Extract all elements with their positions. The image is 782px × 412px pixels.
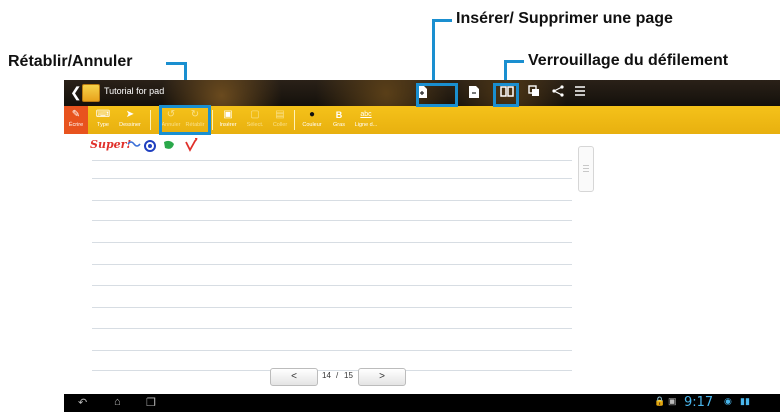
current-page: 14 bbox=[322, 371, 331, 380]
paste-icon: ▤ bbox=[275, 109, 285, 120]
prev-page-button[interactable]: < bbox=[270, 368, 318, 386]
tool-color[interactable]: ● Couleur bbox=[300, 106, 324, 134]
color-dot-icon: ● bbox=[308, 109, 316, 120]
battery-icon: ▮▮ bbox=[740, 396, 750, 406]
callout-line-insert-v bbox=[432, 19, 435, 83]
home-nav-icon[interactable]: ⌂ bbox=[114, 396, 121, 408]
back-nav-icon[interactable]: ↶ bbox=[78, 396, 87, 409]
callout-line-insert bbox=[432, 19, 452, 22]
tool-write-label: Écrire bbox=[68, 122, 84, 128]
tool-bold[interactable]: B Gras bbox=[328, 106, 350, 134]
menu-icon[interactable] bbox=[572, 85, 588, 101]
page-rule bbox=[92, 242, 572, 243]
delete-page-icon[interactable] bbox=[466, 85, 482, 101]
share-icon[interactable] bbox=[550, 85, 566, 101]
callout-line-scroll bbox=[504, 60, 524, 63]
wifi-icon: ◉ bbox=[724, 396, 732, 406]
bold-icon: B bbox=[335, 110, 343, 120]
tool-paste-label: Coller bbox=[272, 122, 288, 128]
callout-insert-delete-page: Insérer/ Supprimer une page bbox=[456, 10, 673, 27]
page-rule bbox=[92, 307, 572, 308]
notebook-title: Tutorial for pad bbox=[104, 86, 165, 96]
page-rule bbox=[92, 285, 572, 286]
callout-scroll-lock: Verrouillage du défilement bbox=[528, 52, 729, 69]
notebook-app-icon bbox=[82, 84, 100, 102]
tool-color-label: Couleur bbox=[302, 122, 322, 128]
tool-paste[interactable]: ▤ Coller bbox=[270, 106, 290, 134]
status-clock: 9:17 bbox=[684, 395, 714, 410]
page-rule bbox=[92, 264, 572, 265]
tool-draw-label: Dessiner bbox=[119, 122, 141, 128]
page-rule bbox=[92, 370, 572, 371]
page-rule bbox=[92, 350, 572, 351]
callout-redo-undo: Rétablir/Annuler bbox=[8, 53, 133, 70]
lock-icon: 🔒 bbox=[654, 396, 666, 406]
tool-insert-label: Insérer bbox=[219, 122, 237, 128]
page-rule bbox=[92, 328, 572, 329]
toolbar-divider bbox=[150, 110, 151, 130]
next-page-button[interactable]: > bbox=[358, 368, 406, 386]
total-pages: 15 bbox=[344, 371, 353, 380]
tool-select[interactable]: ▢ Sélect. bbox=[244, 106, 266, 134]
tool-type-label: Type bbox=[97, 122, 109, 128]
copy-icon[interactable] bbox=[526, 85, 542, 101]
scroll-handle[interactable] bbox=[578, 146, 594, 192]
callout-line-redo bbox=[166, 62, 186, 65]
notebook-page[interactable]: Super! bbox=[64, 134, 780, 392]
tool-draw[interactable]: ➤ Dessiner bbox=[116, 106, 144, 134]
tool-insert[interactable]: ▣ Insérer bbox=[216, 106, 240, 134]
recent-apps-icon[interactable]: ❐ bbox=[146, 396, 156, 409]
tool-underline[interactable]: abc Ligne d... bbox=[352, 106, 380, 134]
tool-select-label: Sélect. bbox=[246, 122, 264, 128]
highlight-scroll-lock bbox=[493, 83, 519, 107]
tool-underline-label: Ligne d... bbox=[354, 122, 378, 128]
tool-type[interactable]: ⌨ Type bbox=[92, 106, 114, 134]
system-nav-bar: ↶ ⌂ ❐ 🔒 ▣ 9:17 ◉ ▮▮ bbox=[64, 394, 780, 412]
doodles bbox=[127, 138, 198, 152]
underline-icon: abc bbox=[360, 111, 372, 118]
page-rule bbox=[92, 160, 572, 161]
select-icon: ▢ bbox=[250, 109, 260, 120]
screenshot-icon: ▣ bbox=[668, 396, 677, 406]
pen-icon: ✎ bbox=[71, 109, 81, 120]
brush-icon: ➤ bbox=[125, 109, 135, 120]
toolbar-divider bbox=[212, 110, 213, 130]
insert-icon: ▣ bbox=[223, 109, 233, 120]
toolbar-divider bbox=[294, 110, 295, 130]
keyboard-icon: ⌨ bbox=[95, 109, 111, 120]
page-rule bbox=[92, 200, 572, 201]
highlight-insert-delete-page bbox=[416, 83, 458, 107]
chevron-left-icon[interactable]: ❮ bbox=[70, 84, 82, 101]
tool-bold-label: Gras bbox=[333, 122, 345, 128]
tool-write[interactable]: ✎ Écrire bbox=[64, 106, 88, 134]
highlight-redo-undo bbox=[159, 105, 211, 135]
page-separator: / bbox=[336, 371, 339, 380]
page-rule bbox=[92, 220, 572, 221]
page-rule bbox=[92, 178, 572, 179]
